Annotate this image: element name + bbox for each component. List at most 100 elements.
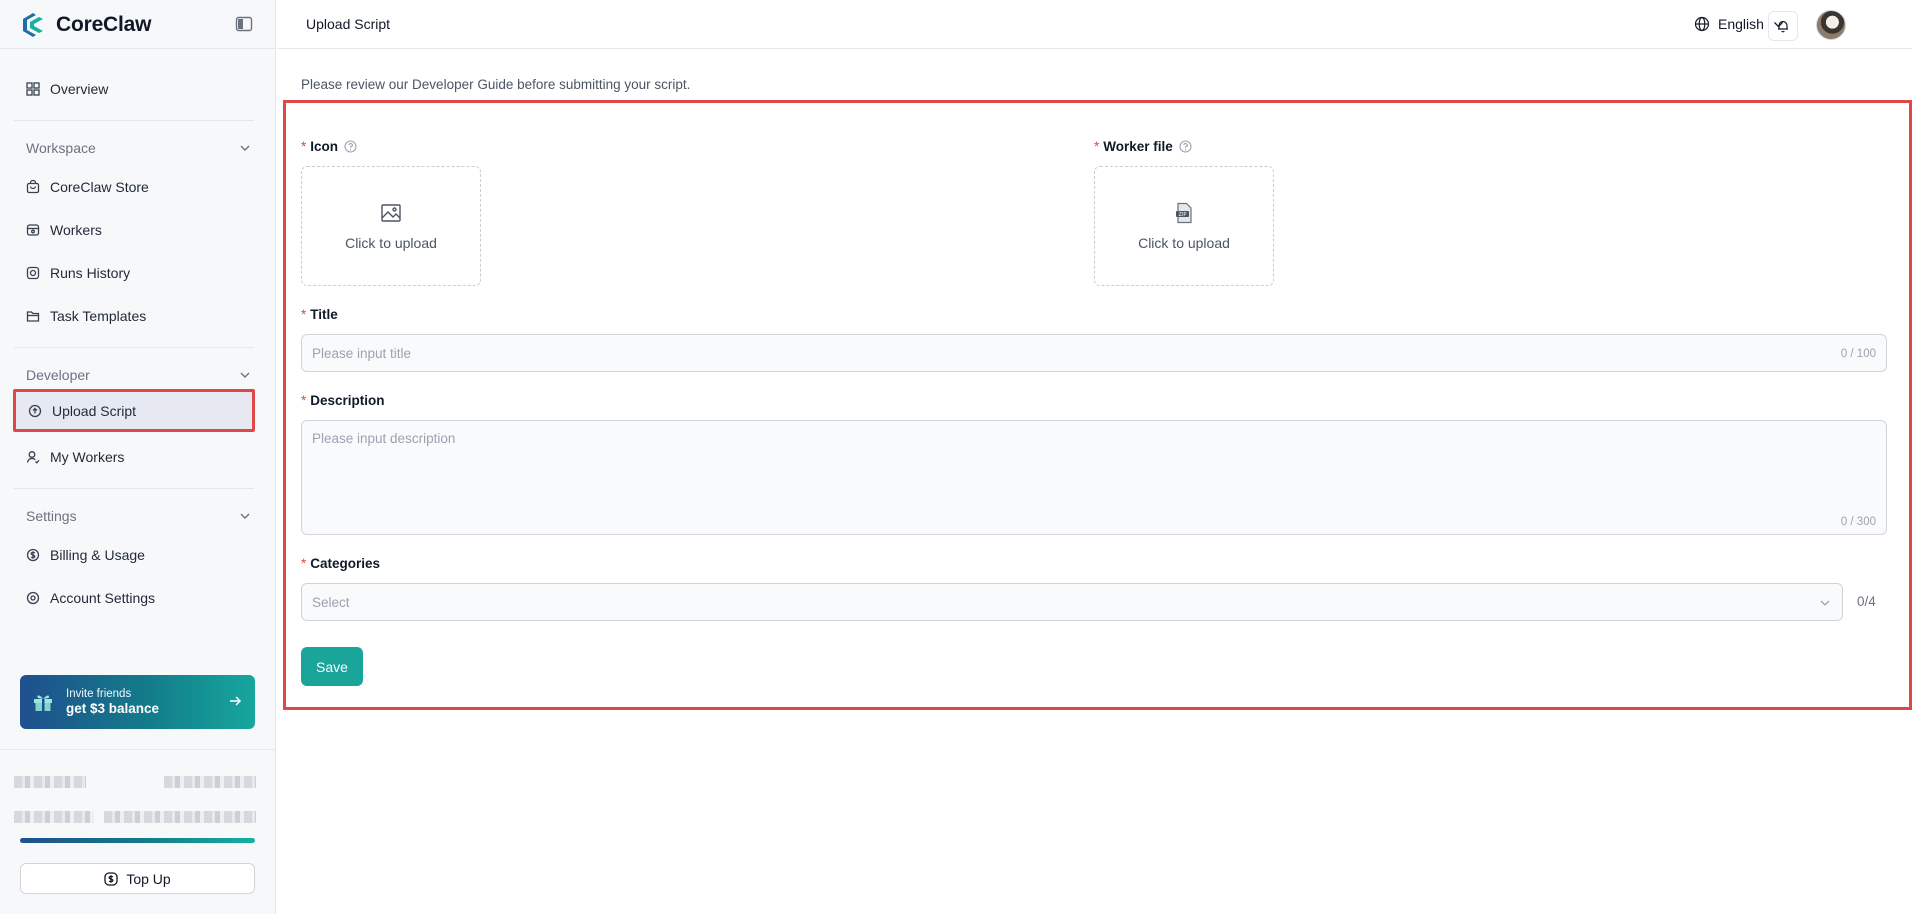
history-icon xyxy=(26,266,40,280)
chevron-down-icon xyxy=(1820,600,1830,606)
required-mark: * xyxy=(301,307,307,322)
icon-upload[interactable]: Click to upload xyxy=(301,166,481,286)
description-label-text: Description xyxy=(310,393,385,408)
title-field-label: * Title xyxy=(301,307,338,322)
redacted-account-info xyxy=(14,776,256,788)
required-mark: * xyxy=(301,139,307,154)
divider xyxy=(14,347,254,348)
invite-line-1: Invite friends xyxy=(66,688,132,700)
sidebar-item-label: Overview xyxy=(50,81,109,97)
worker-file-label-text: Worker file xyxy=(1103,139,1173,154)
store-icon xyxy=(26,180,40,194)
upload-text: Click to upload xyxy=(345,234,437,251)
svg-text:ZIP: ZIP xyxy=(1179,211,1187,217)
sidebar-item-billing-usage[interactable]: Billing & Usage xyxy=(14,537,254,573)
workers-icon xyxy=(26,224,40,236)
top-up-label: Top Up xyxy=(126,870,171,887)
section-settings[interactable]: Settings xyxy=(26,504,252,528)
help-icon[interactable] xyxy=(1179,140,1192,153)
icon-label-text: Icon xyxy=(310,139,339,154)
sidebar-item-upload-script[interactable]: Upload Script xyxy=(13,389,255,432)
dollar-icon xyxy=(26,548,40,562)
avatar[interactable] xyxy=(1816,10,1846,40)
categories-count: 0/4 xyxy=(1857,594,1876,609)
title-label-text: Title xyxy=(310,307,338,322)
sidebar-item-label: Billing & Usage xyxy=(50,547,145,563)
notifications-button[interactable] xyxy=(1768,11,1798,41)
required-mark: * xyxy=(301,556,307,571)
sidebar-toggle-icon[interactable] xyxy=(235,16,253,32)
globe-icon xyxy=(1694,16,1710,32)
folder-icon xyxy=(26,311,40,322)
divider xyxy=(0,749,276,750)
sidebar-item-workers[interactable]: Workers xyxy=(14,212,254,248)
sidebar-item-label: Runs History xyxy=(50,265,131,281)
sidebar-item-label: My Workers xyxy=(50,449,125,465)
developer-guide-notice: Please review our Developer Guide before… xyxy=(301,77,691,92)
sidebar-item-label: Account Settings xyxy=(50,590,156,606)
help-icon[interactable] xyxy=(344,140,357,153)
sidebar-item-label: CoreClaw Store xyxy=(50,179,149,195)
title-input[interactable]: Please input title 0 / 100 xyxy=(301,334,1887,372)
bell-icon xyxy=(1778,20,1788,33)
gift-icon xyxy=(34,695,52,711)
redacted-balance-info xyxy=(14,811,256,823)
section-title: Workspace xyxy=(26,140,96,156)
description-char-count: 0 / 300 xyxy=(1840,516,1876,528)
required-mark: * xyxy=(1094,139,1100,154)
categories-placeholder: Select xyxy=(312,595,350,610)
top-up-button[interactable]: Top Up xyxy=(20,863,255,894)
sidebar-item-account-settings[interactable]: Account Settings xyxy=(14,580,254,616)
sidebar-item-label: Workers xyxy=(50,222,102,238)
description-placeholder: Please input description xyxy=(312,431,456,446)
sidebar-item-my-workers[interactable]: My Workers xyxy=(14,439,254,475)
description-field-label: * Description xyxy=(301,393,385,408)
settings-icon xyxy=(26,591,40,605)
section-title: Settings xyxy=(26,508,77,524)
dollar-icon xyxy=(104,871,118,886)
chevron-down-icon xyxy=(240,372,250,378)
title-placeholder: Please input title xyxy=(312,346,412,361)
invite-line-2: get $3 balance xyxy=(66,701,160,716)
sidebar-item-coreclaw-store[interactable]: CoreClaw Store xyxy=(14,169,254,205)
top-header: Upload Script English xyxy=(277,0,1912,49)
worker-file-field-label: * Worker file xyxy=(1094,139,1192,154)
categories-label-text: Categories xyxy=(310,556,381,571)
zip-file-icon: ZIP xyxy=(1176,202,1192,223)
logo[interactable]: CoreClaw xyxy=(19,10,151,40)
page-title: Upload Script xyxy=(306,16,391,32)
upload-script-icon xyxy=(28,404,42,417)
title-char-count: 0 / 100 xyxy=(1840,348,1876,360)
sidebar-item-task-templates[interactable]: Task Templates xyxy=(14,298,254,334)
required-mark: * xyxy=(301,393,307,408)
sidebar-item-label: Upload Script xyxy=(52,402,137,419)
sidebar-item-overview[interactable]: Overview xyxy=(14,71,254,107)
coreclaw-logo-icon xyxy=(23,13,43,37)
description-textarea[interactable]: Please input description 0 / 300 xyxy=(301,420,1887,535)
upload-text: Click to upload xyxy=(1138,234,1230,251)
divider xyxy=(0,48,276,49)
section-workspace[interactable]: Workspace xyxy=(26,136,252,160)
section-title: Developer xyxy=(26,367,90,383)
image-icon xyxy=(381,203,401,222)
chevron-down-icon xyxy=(240,145,250,151)
usage-progress-bar xyxy=(20,838,255,843)
chevron-down-icon xyxy=(240,513,250,519)
categories-select[interactable]: Select xyxy=(301,583,1843,621)
icon-field-label: * Icon xyxy=(301,139,357,154)
divider xyxy=(14,488,254,489)
grid-icon xyxy=(26,82,40,96)
section-developer[interactable]: Developer xyxy=(26,363,252,387)
user-icon xyxy=(26,451,40,464)
sidebar: CoreClaw Overview Workspace CoreClaw Sto… xyxy=(0,0,276,914)
invite-banner[interactable]: Invite friends get $3 balance xyxy=(20,675,255,729)
sidebar-item-runs-history[interactable]: Runs History xyxy=(14,255,254,291)
save-button[interactable]: Save xyxy=(301,647,363,686)
app-name: CoreClaw xyxy=(56,13,152,36)
sidebar-item-label: Task Templates xyxy=(50,308,147,324)
language-label: English xyxy=(1718,16,1764,32)
worker-file-upload[interactable]: ZIP Click to upload xyxy=(1094,166,1274,286)
arrow-right-icon xyxy=(230,696,242,706)
divider xyxy=(14,120,254,121)
categories-field-label: * Categories xyxy=(301,556,380,571)
